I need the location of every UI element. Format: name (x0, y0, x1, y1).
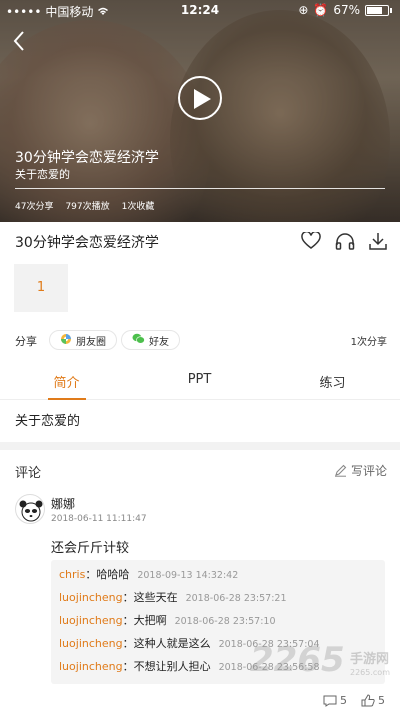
favorite-stat: 1次收藏 (121, 202, 155, 212)
active-tab-indicator (48, 398, 86, 400)
video-player[interactable]: ••••• 中国移动 12:24 ⊕ ⏰ 67% 30分钟学会恋爱经济学 关于恋… (0, 0, 400, 222)
like-count: 5 (378, 694, 385, 707)
reply-user: luojincheng (59, 637, 123, 650)
battery-nub (390, 7, 392, 13)
action-icons (301, 230, 387, 254)
heart-icon[interactable] (301, 230, 321, 254)
comment-time: 2018-06-11 11:11:47 (51, 514, 147, 524)
video-subtitle: 关于恋爱的 (15, 168, 70, 181)
course-title: 30分钟学会恋爱经济学 (15, 235, 159, 251)
reply-user: luojincheng (59, 591, 123, 604)
play-button[interactable] (178, 76, 222, 120)
video-progress-line[interactable] (15, 188, 385, 189)
share-friends-button[interactable]: 好友 (121, 330, 180, 350)
avatar[interactable] (15, 494, 45, 524)
reply-item[interactable]: chris：哈哈哈 2018-09-13 14:32:42 (59, 565, 377, 588)
friends-label: 好友 (149, 336, 169, 348)
play-icon (194, 89, 211, 109)
moments-label: 朋友圈 (76, 336, 106, 348)
site-watermark: 2265 手游网 2265.com (250, 640, 400, 690)
reply-time: 2018-06-28 23:57:10 (174, 616, 276, 627)
tab-exercise[interactable]: 练习 (266, 372, 399, 391)
status-right: ⊕ ⏰ 67% (298, 3, 392, 17)
moments-icon (60, 333, 72, 348)
reply-user: chris (59, 568, 86, 581)
comments-header: 评论 写评论 (15, 462, 387, 481)
reply-item[interactable]: luojincheng：大把啊 2018-06-28 23:57:10 (59, 611, 377, 634)
watermark-brand: 2265 (250, 640, 345, 680)
comment-bubble-icon (323, 695, 337, 707)
reply-text: ：这些天在 (122, 591, 178, 604)
tab-intro[interactable]: 简介 (0, 372, 133, 391)
comments-title: 评论 (15, 466, 42, 481)
share-row: 分享 朋友圈 好友 1次分享 (15, 330, 387, 350)
share-moments-button[interactable]: 朋友圈 (49, 330, 117, 350)
reply-time: 2018-09-13 14:32:42 (137, 570, 239, 581)
comment-username[interactable]: 娜娜 (51, 495, 75, 512)
battery-icon (365, 4, 389, 16)
reply-text: ：这种人就是这么 (122, 637, 211, 650)
alarm-icon: ⏰ (313, 3, 329, 17)
reply-item[interactable]: luojincheng：这些天在 2018-06-28 23:57:21 (59, 588, 377, 611)
reply-text: ：大把啊 (122, 614, 167, 627)
intro-text: 关于恋爱的 (15, 414, 81, 429)
pencil-icon (334, 464, 347, 477)
back-button[interactable] (12, 30, 32, 54)
reply-count-button[interactable]: 5 (323, 694, 347, 707)
comment-footer: 5 5 (323, 694, 385, 707)
video-title: 30分钟学会恋爱经济学 (15, 150, 159, 166)
headphones-icon[interactable] (335, 232, 355, 254)
write-comment-label: 写评论 (350, 464, 387, 478)
download-icon[interactable] (369, 232, 387, 254)
reply-user: luojincheng (59, 614, 123, 627)
write-comment-button[interactable]: 写评论 (334, 462, 387, 479)
comment-text: 还会斤斤计较 (51, 541, 130, 556)
share-stat: 47次分享 (15, 202, 54, 212)
panda-icon (19, 500, 43, 522)
reply-time: 2018-06-28 23:57:21 (185, 593, 287, 604)
thumbs-up-icon (361, 694, 375, 707)
reply-count: 5 (340, 694, 347, 707)
reply-user: luojincheng (59, 660, 123, 673)
play-stat: 797次播放 (65, 202, 110, 212)
page: ••••• 中国移动 12:24 ⊕ ⏰ 67% 30分钟学会恋爱经济学 关于恋… (0, 0, 400, 711)
share-count: 1次分享 (350, 337, 387, 348)
reply-text: ：哈哈哈 (85, 568, 130, 581)
content-tabs: 简介 PPT 练习 (0, 362, 400, 400)
course-title-row: 30分钟学会恋爱经济学 (15, 230, 387, 254)
section-divider (0, 442, 400, 450)
battery-percent: 67% (333, 3, 360, 17)
like-button[interactable]: 5 (361, 694, 385, 707)
wechat-icon (132, 333, 145, 347)
episode-button[interactable]: 1 (14, 264, 68, 312)
watermark-name: 手游网 (350, 652, 390, 667)
lock-rotation-icon: ⊕ (298, 3, 309, 17)
watermark-url: 2265.com (350, 668, 390, 677)
video-stats: 47次分享 797次播放 1次收藏 (15, 199, 154, 212)
tab-ppt[interactable]: PPT (133, 372, 266, 387)
status-bar: ••••• 中国移动 12:24 ⊕ ⏰ 67% (0, 0, 400, 20)
share-label: 分享 (15, 335, 37, 348)
reply-text: ：不想让别人担心 (122, 660, 211, 673)
